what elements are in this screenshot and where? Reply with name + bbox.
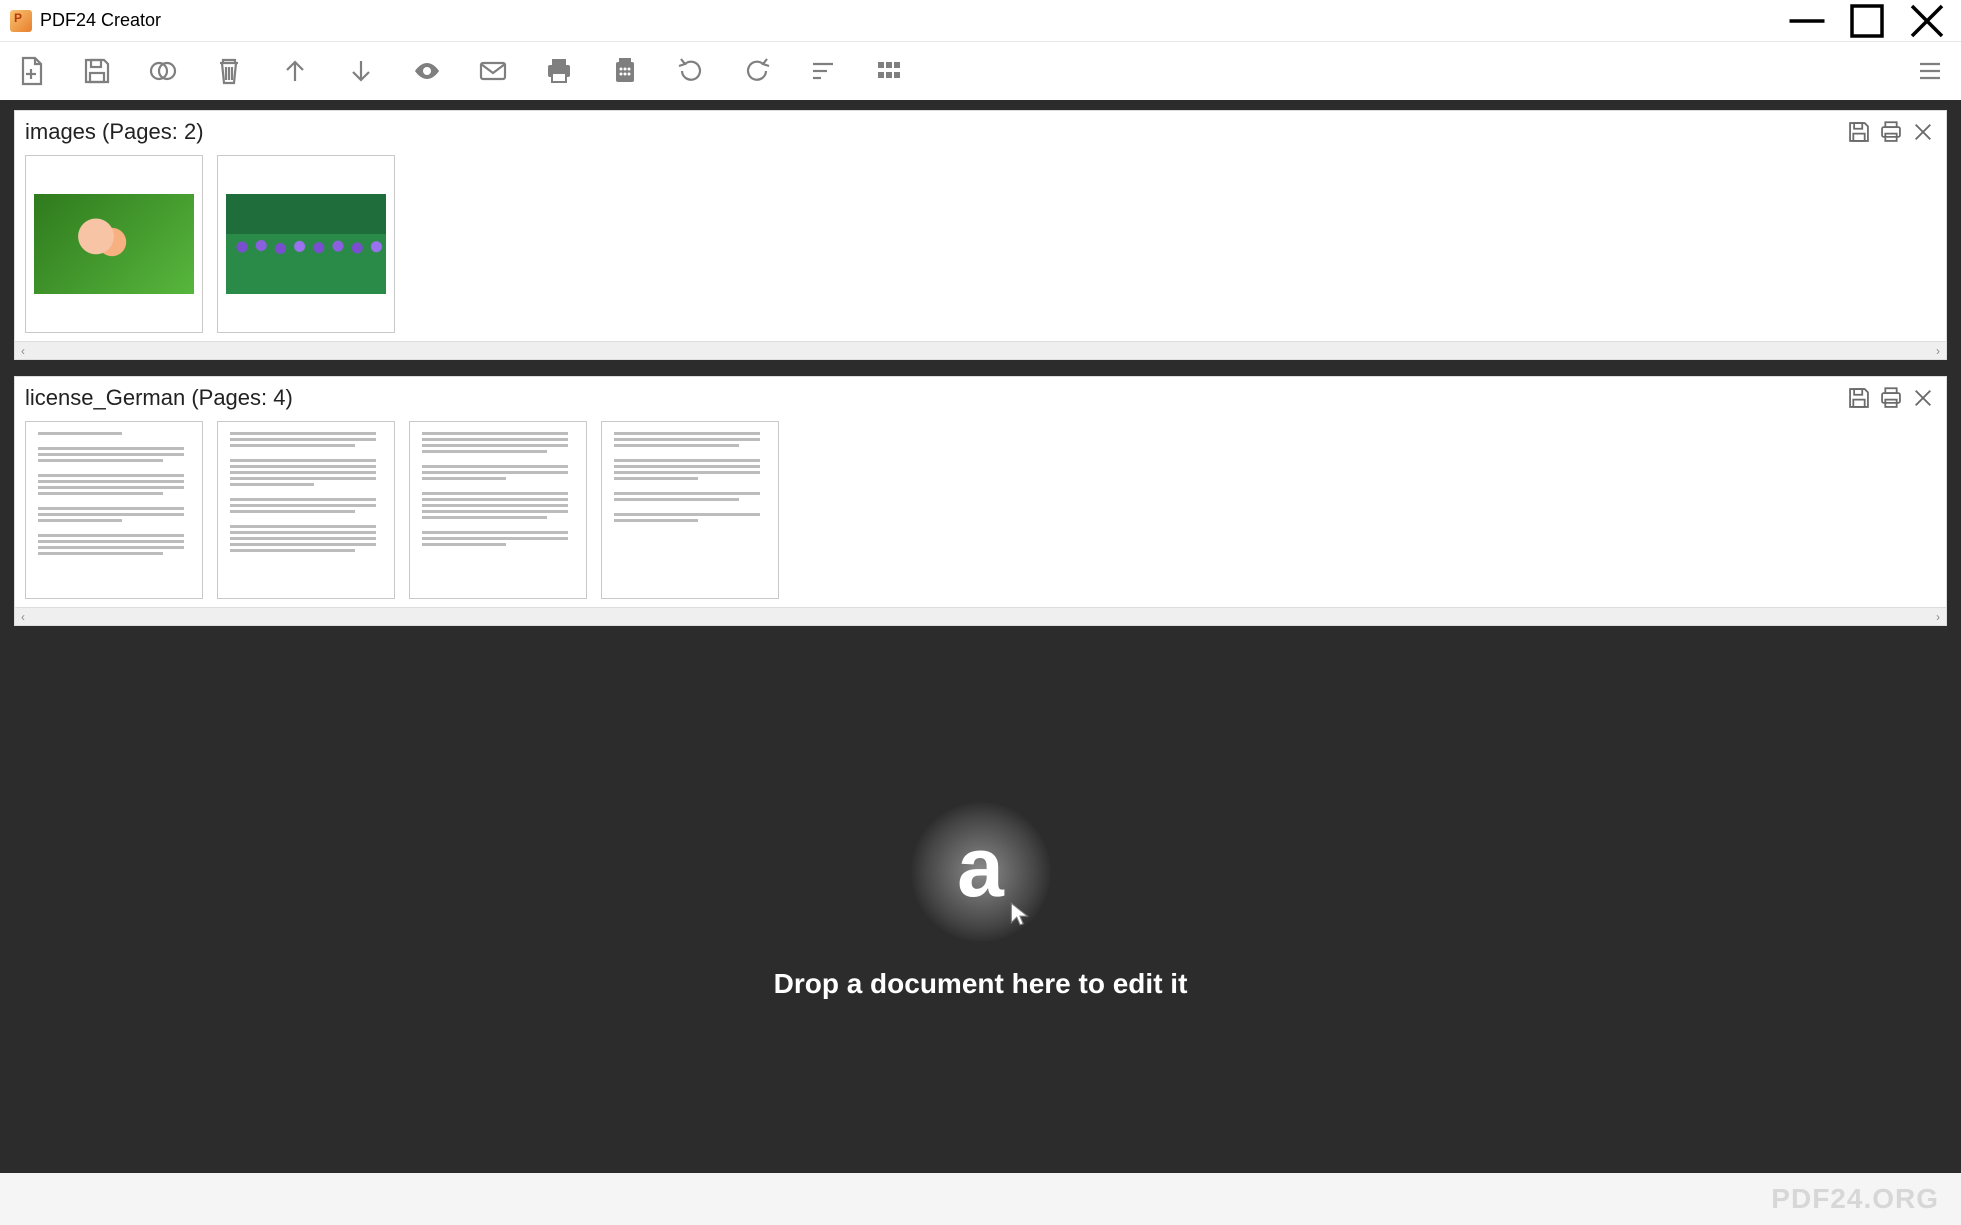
document-close-button[interactable] — [1908, 383, 1938, 413]
thumbnail-row — [15, 417, 1946, 607]
workspace: images (Pages: 2) ‹ › license_German — [0, 100, 1961, 1173]
titlebar: PDF24 Creator — [0, 0, 1961, 42]
document-name: license_German — [25, 385, 185, 411]
rotate-left-button[interactable] — [672, 52, 710, 90]
scroll-left-icon[interactable]: ‹ — [21, 344, 25, 358]
page-thumbnail[interactable] — [25, 421, 203, 599]
minimize-button[interactable] — [1777, 1, 1837, 41]
rotate-right-button[interactable] — [738, 52, 776, 90]
merge-button[interactable] — [144, 52, 182, 90]
maximize-button[interactable] — [1837, 1, 1897, 41]
document-name: images — [25, 119, 96, 145]
page-thumbnail[interactable] — [601, 421, 779, 599]
page-thumbnail[interactable] — [217, 421, 395, 599]
thumbnail-row — [15, 151, 1946, 341]
save-button[interactable] — [78, 52, 116, 90]
document-print-button[interactable] — [1876, 383, 1906, 413]
document-panel[interactable]: images (Pages: 2) ‹ › — [14, 110, 1947, 360]
document-print-button[interactable] — [1876, 117, 1906, 147]
horizontal-scrollbar[interactable]: ‹ › — [15, 607, 1946, 625]
document-header: license_German (Pages: 4) — [15, 377, 1946, 417]
main-toolbar — [0, 42, 1961, 100]
preview-button[interactable] — [408, 52, 446, 90]
app-icon — [10, 10, 32, 32]
brand-label: PDF24.ORG — [1771, 1183, 1939, 1215]
move-down-button[interactable] — [342, 52, 380, 90]
grid-view-button[interactable] — [870, 52, 908, 90]
document-save-button[interactable] — [1844, 383, 1874, 413]
document-pages-label: (Pages: 2) — [102, 119, 204, 145]
print-button[interactable] — [540, 52, 578, 90]
image-thumbnail — [34, 194, 194, 294]
sort-button[interactable] — [804, 52, 842, 90]
footer: PDF24.ORG — [0, 1173, 1961, 1225]
cursor-icon — [1007, 901, 1033, 932]
drop-icon: a — [911, 802, 1051, 942]
move-up-button[interactable] — [276, 52, 314, 90]
document-close-button[interactable] — [1908, 117, 1938, 147]
horizontal-scrollbar[interactable]: ‹ › — [15, 341, 1946, 359]
page-thumbnail[interactable] — [25, 155, 203, 333]
email-button[interactable] — [474, 52, 512, 90]
drop-glyph: a — [957, 819, 1004, 916]
scroll-right-icon[interactable]: › — [1936, 344, 1940, 358]
image-thumbnail — [226, 194, 386, 294]
drop-hint-text: Drop a document here to edit it — [774, 968, 1188, 1000]
scroll-right-icon[interactable]: › — [1936, 610, 1940, 624]
scroll-left-icon[interactable]: ‹ — [21, 610, 25, 624]
new-file-button[interactable] — [12, 52, 50, 90]
close-button[interactable] — [1897, 1, 1957, 41]
document-save-button[interactable] — [1844, 117, 1874, 147]
document-pages-label: (Pages: 4) — [191, 385, 293, 411]
delete-button[interactable] — [210, 52, 248, 90]
page-thumbnail[interactable] — [409, 421, 587, 599]
menu-button[interactable] — [1911, 52, 1949, 90]
document-header: images (Pages: 2) — [15, 111, 1946, 151]
fax-button[interactable] — [606, 52, 644, 90]
page-thumbnail[interactable] — [217, 155, 395, 333]
window-title: PDF24 Creator — [40, 10, 161, 31]
document-panel[interactable]: license_German (Pages: 4) — [14, 376, 1947, 626]
drop-zone[interactable]: a Drop a document here to edit it — [14, 642, 1947, 1159]
